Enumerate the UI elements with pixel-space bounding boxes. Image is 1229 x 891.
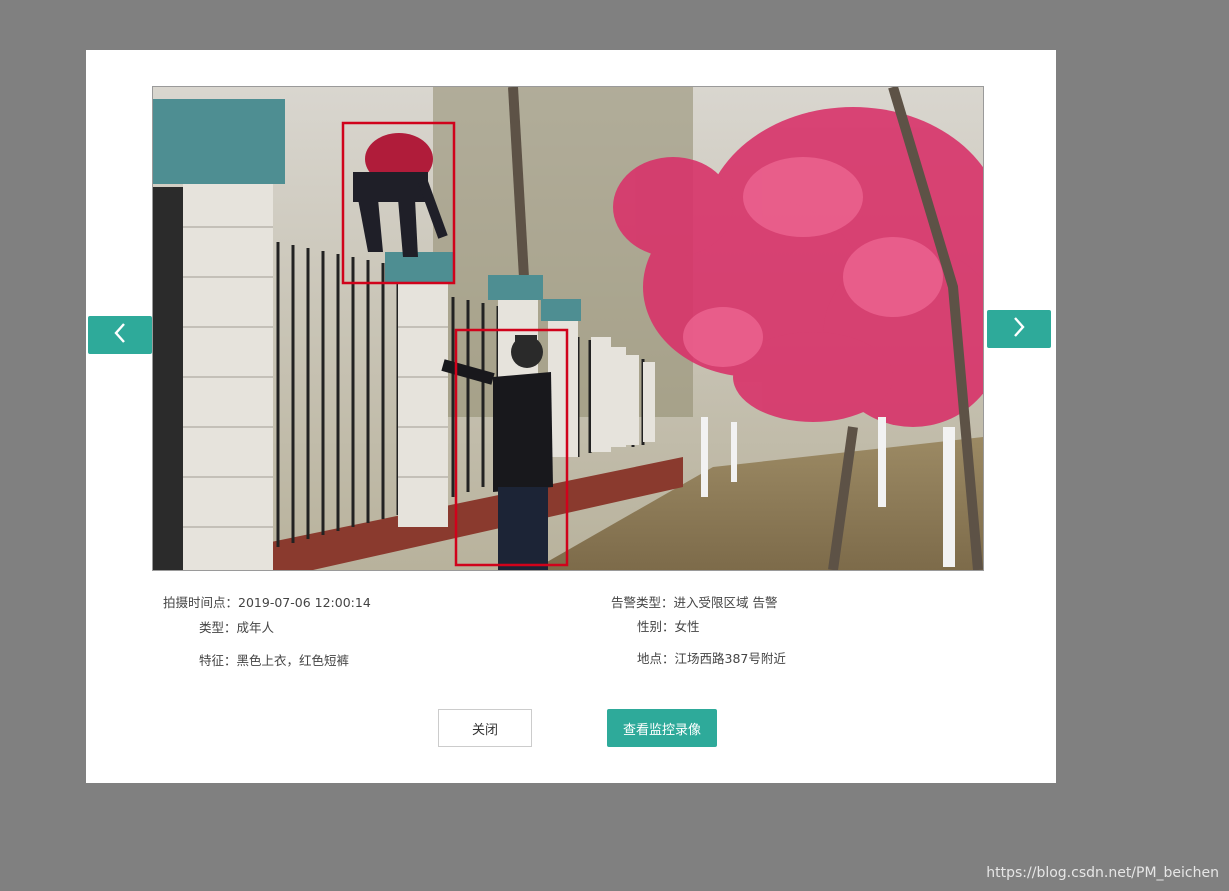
capture-time-label: 拍摄时间点： — [163, 595, 239, 610]
surveillance-photo — [152, 86, 984, 571]
person-type-value: 成年人 — [236, 620, 275, 635]
next-photo-button[interactable] — [987, 310, 1051, 348]
capture-time-value: 2019-07-06 12:00:14 — [238, 595, 371, 610]
features-row: 特征：黑色上衣，红色短裤 — [199, 650, 349, 669]
alarm-type-value: 进入受限区域 告警 — [673, 595, 778, 610]
alarm-type-label: 告警类型： — [611, 595, 674, 610]
gender-label: 性别： — [637, 619, 675, 634]
chevron-left-icon — [113, 322, 127, 348]
person-type-row: 类型：成年人 — [199, 617, 274, 636]
watermark: https://blog.csdn.net/PM_beichen — [986, 865, 1219, 881]
close-button[interactable]: 关闭 — [438, 709, 532, 747]
surveillance-scene — [153, 87, 983, 570]
features-label: 特征： — [199, 653, 237, 668]
chevron-right-icon — [1012, 316, 1026, 342]
location-value: 江场西路387号附近 — [674, 651, 786, 666]
person-type-label: 类型： — [199, 620, 237, 635]
alarm-detail-dialog: 拍摄时间点：2019-07-06 12:00:14 告警类型：进入受限区域 告警… — [86, 50, 1056, 783]
location-row: 地点：江场西路387号附近 — [637, 648, 786, 667]
previous-photo-button[interactable] — [88, 316, 152, 354]
features-value: 黑色上衣，红色短裤 — [236, 653, 350, 668]
capture-time-row: 拍摄时间点：2019-07-06 12:00:14 — [163, 592, 371, 611]
alarm-type-row: 告警类型：进入受限区域 告警 — [611, 592, 778, 611]
gender-value: 女性 — [674, 619, 700, 634]
location-label: 地点： — [637, 651, 675, 666]
view-surveillance-video-button[interactable]: 查看监控录像 — [607, 709, 717, 747]
gender-row: 性别：女性 — [637, 616, 700, 635]
